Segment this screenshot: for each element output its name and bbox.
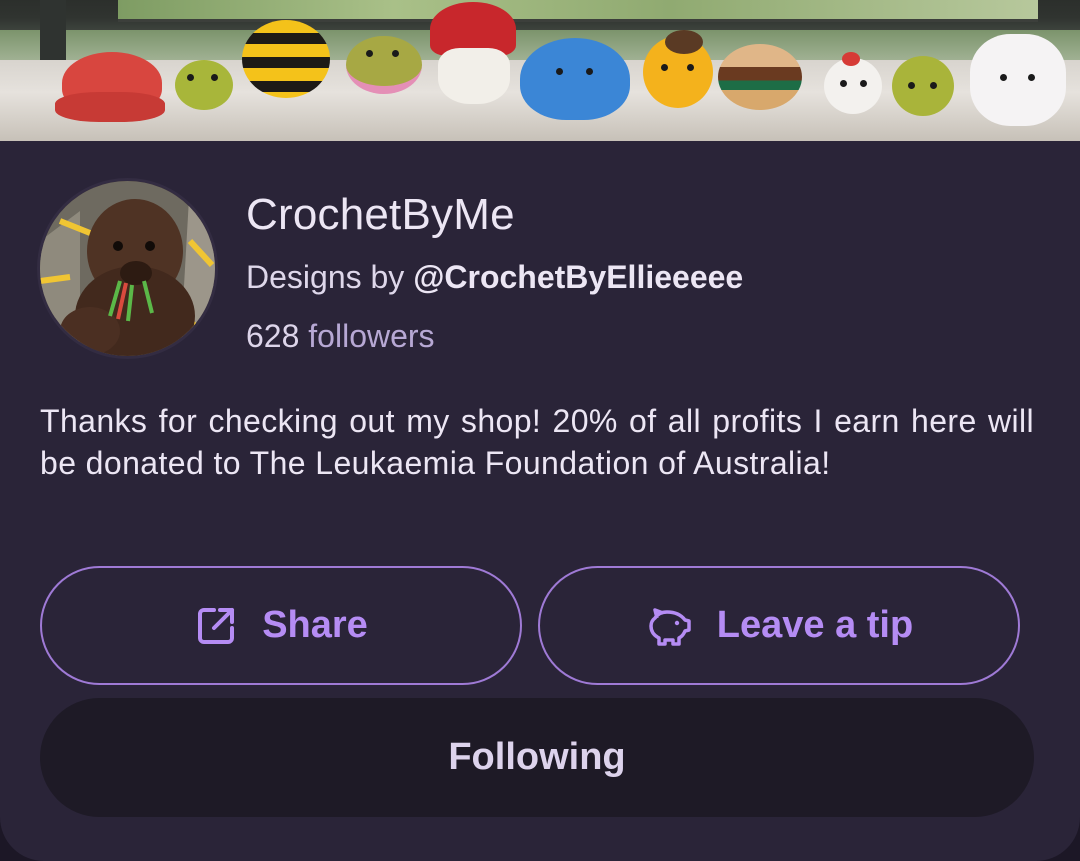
following-button[interactable]: Following	[40, 698, 1034, 817]
frog-toy	[175, 60, 233, 110]
piggy-bank-icon	[645, 604, 693, 648]
cover-banner	[0, 0, 1080, 141]
burger-toy	[718, 44, 802, 110]
chicken-toy	[824, 58, 882, 114]
green-blob-toy	[892, 56, 954, 116]
leave-tip-button[interactable]: Leave a tip	[538, 566, 1020, 685]
blue-octopus-toy	[520, 38, 630, 120]
mushroom-body-toy	[438, 48, 510, 104]
profile-name: CrochetByMe	[246, 190, 515, 239]
profile-subtitle: Designs by @CrochetByEllieeeee	[246, 259, 743, 296]
duck-hat	[665, 30, 703, 54]
avatar-dog-image	[40, 181, 215, 356]
chicken-comb	[842, 52, 860, 66]
designer-handle-link[interactable]: @CrochetByEllieeeee	[413, 259, 743, 295]
share-label: Share	[262, 604, 368, 646]
followers-label: followers	[308, 318, 435, 354]
tip-label: Leave a tip	[716, 604, 914, 646]
red-octopus-legs	[55, 92, 165, 122]
share-button[interactable]: Share	[40, 566, 522, 685]
window-view	[118, 0, 1038, 22]
frog-skirt-toy	[346, 36, 422, 94]
external-link-icon	[194, 604, 238, 648]
following-label: Following	[448, 736, 626, 778]
profile-bio: Thanks for checking out my shop! 20% of …	[40, 403, 1034, 481]
bee-toy	[242, 20, 330, 98]
white-bear-toy	[970, 34, 1066, 126]
profile-card: CrochetByMe Designs by @CrochetByEllieee…	[0, 0, 1080, 861]
followers-count[interactable]: 628 followers	[246, 318, 435, 355]
subtitle-prefix: Designs by	[246, 259, 405, 295]
followers-number: 628	[246, 318, 300, 354]
avatar[interactable]	[40, 181, 215, 356]
